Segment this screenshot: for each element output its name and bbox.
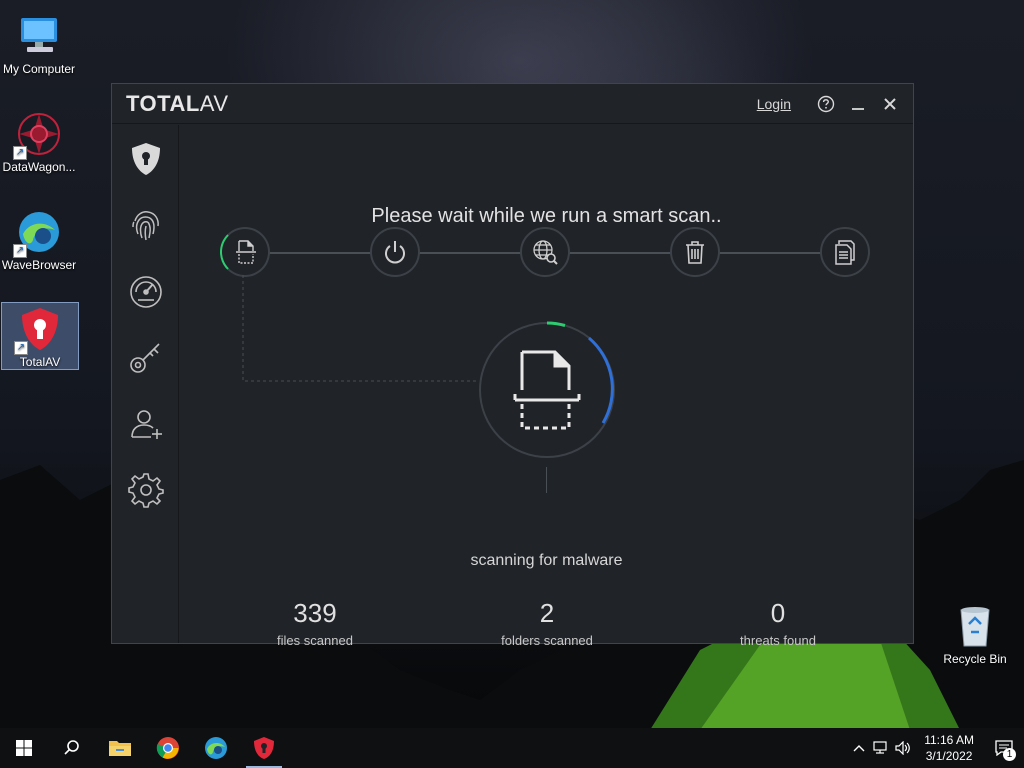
scan-steps [220, 227, 872, 279]
taskbar: 11:16 AM 3/1/2022 1 [0, 728, 1024, 768]
step-startup [370, 227, 420, 277]
scan-panel: Please wait while we run a smart scan.. [180, 125, 913, 648]
file-scan-icon [236, 240, 256, 264]
documents-icon [835, 240, 855, 265]
scan-progress-ring [479, 321, 615, 458]
desktop-icon-label: My Computer [2, 62, 76, 76]
add-user-icon [130, 410, 162, 439]
globe-search-icon [533, 240, 558, 265]
taskbar-totalav[interactable] [240, 728, 288, 768]
clock-time: 11:16 AM [924, 733, 974, 747]
logo-light-text: AV [199, 90, 229, 116]
taskbar-search-button[interactable] [48, 728, 96, 768]
sidebar-item-settings[interactable] [112, 457, 179, 523]
stat-value: 2 [539, 598, 555, 628]
power-icon [385, 241, 405, 264]
stat-threats-found: 0 threats found [688, 598, 868, 648]
fingerprint-icon [131, 211, 159, 241]
trash-icon [686, 241, 704, 264]
start-button[interactable] [0, 728, 48, 768]
scan-stats: 339 files scanned 2 folders scanned 0 th… [180, 598, 913, 658]
document-scan-icon [513, 350, 581, 430]
stat-label: threats found [740, 633, 816, 648]
sidebar-item-add-user[interactable] [112, 391, 179, 457]
stat-label: folders scanned [501, 633, 593, 648]
tray-overflow-chevron-icon[interactable] [848, 744, 870, 752]
desktop-icon-datawagon[interactable]: ↗ DataWagon... [0, 104, 78, 174]
system-tray: 11:16 AM 3/1/2022 1 [848, 728, 1024, 768]
sidebar-item-identity[interactable] [112, 193, 179, 259]
scan-headline: Please wait while we run a smart scan.. [371, 205, 722, 227]
help-button[interactable] [817, 95, 835, 113]
totalav-logo: TOTALAV [126, 91, 229, 117]
shortcut-arrow-icon: ↗ [14, 341, 28, 355]
window-titlebar[interactable]: TOTALAV Login [112, 84, 913, 124]
totalav-shield-icon: ↗ [14, 305, 64, 355]
gear-icon [127, 473, 164, 508]
file-explorer-icon [109, 741, 131, 756]
wavebrowser-icon [205, 737, 227, 759]
taskbar-wavebrowser[interactable] [192, 728, 240, 768]
minimize-button[interactable] [849, 95, 867, 113]
speedometer-icon [129, 276, 162, 308]
totalav-icon [254, 737, 274, 759]
logo-bold-text: TOTAL [126, 90, 200, 116]
action-center-button[interactable]: 1 [984, 728, 1024, 768]
computer-icon [15, 12, 63, 60]
desktop-icon-my-computer[interactable]: My Computer [0, 6, 78, 76]
help-icon [817, 95, 835, 112]
key-icon [129, 343, 160, 373]
step-report [820, 227, 870, 277]
stat-label: files scanned [277, 633, 353, 648]
desktop-icon-wavebrowser[interactable]: ↗ WaveBrowser [0, 202, 78, 272]
scan-status-text: scanning for malware [470, 552, 623, 569]
desktop-icon-label: WaveBrowser [1, 258, 77, 272]
login-link[interactable]: Login [757, 96, 791, 112]
start-icon [16, 740, 32, 756]
sidebar-item-protection[interactable] [112, 125, 179, 193]
desktop-icon-label: Recycle Bin [943, 652, 1007, 666]
network-icon[interactable] [870, 741, 892, 755]
totalav-window: TOTALAV Login Please wait while we run a… [111, 83, 914, 648]
scan-path-dashed [242, 275, 477, 382]
shortcut-arrow-icon: ↗ [13, 244, 27, 258]
desktop-icon-label: DataWagon... [2, 160, 76, 174]
step-web [520, 227, 570, 277]
stat-files-scanned: 339 files scanned [225, 598, 405, 648]
taskbar-chrome[interactable] [144, 728, 192, 768]
app-sidebar [112, 125, 179, 643]
scan-ring-stem [546, 467, 547, 493]
close-icon [884, 97, 896, 110]
desktop-icon-recycle-bin[interactable]: Recycle Bin [936, 596, 1014, 666]
sidebar-item-passwords[interactable] [112, 325, 179, 391]
shortcut-arrow-icon: ↗ [13, 146, 27, 160]
close-button[interactable] [881, 95, 899, 113]
sidebar-item-performance[interactable] [112, 259, 179, 325]
notification-count-badge: 1 [1003, 748, 1016, 761]
taskbar-clock[interactable]: 11:16 AM 3/1/2022 [914, 732, 984, 764]
stat-value: 0 [770, 598, 786, 628]
volume-icon[interactable] [892, 741, 914, 755]
recycle-bin-icon [951, 602, 999, 650]
step-junk [670, 227, 720, 277]
taskbar-file-explorer[interactable] [96, 728, 144, 768]
stat-folders-scanned: 2 folders scanned [457, 598, 637, 648]
minimize-icon [852, 107, 864, 110]
search-icon [64, 740, 79, 755]
desktop-icon-label: TotalAV [19, 355, 61, 369]
wavebrowser-icon: ↗ [13, 208, 63, 258]
shield-icon [131, 143, 160, 175]
clock-date: 3/1/2022 [925, 749, 973, 763]
desktop-icon-totalav[interactable]: ↗ TotalAV [1, 302, 79, 370]
chrome-icon [156, 737, 179, 759]
step-file-scan [220, 227, 270, 277]
datawagon-icon: ↗ [13, 110, 63, 160]
stat-value: 339 [293, 598, 337, 628]
